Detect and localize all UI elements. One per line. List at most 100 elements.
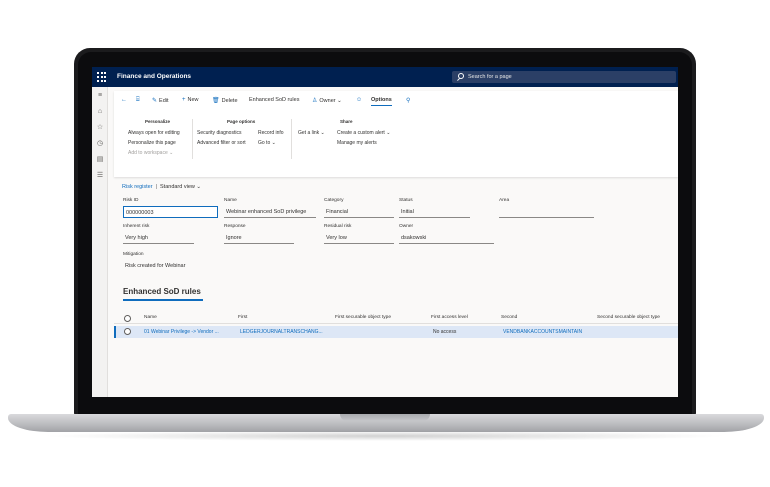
modules-icon[interactable]: ☰ — [96, 172, 104, 180]
create-alert-label: Create a custom alert — [337, 130, 385, 136]
pencil-icon: ✎ — [152, 98, 158, 104]
breadcrumb: Risk register | Standard view ⌄ — [122, 184, 201, 190]
response-field[interactable]: Ignore — [224, 232, 294, 244]
search-box[interactable]: Search for a page — [452, 71, 676, 83]
new-button[interactable]: + New — [182, 97, 199, 103]
record-info[interactable]: Record info — [258, 130, 284, 136]
col-name[interactable]: Name — [144, 315, 157, 320]
table-row[interactable]: 01 Webinar Privilege -> Vendor ... LEDGE… — [114, 326, 678, 338]
edit-button[interactable]: ✎ Edit — [152, 97, 169, 104]
area-label: Area — [499, 198, 510, 203]
area-field[interactable] — [499, 206, 594, 218]
back-arrow-icon: ← — [121, 97, 127, 103]
select-all-radio[interactable] — [124, 315, 131, 322]
group-title-personalize: Personalize — [145, 119, 171, 124]
delete-button[interactable]: 🗑 Delete — [212, 97, 238, 104]
advanced-filter-or-sort[interactable]: Advanced filter or sort — [197, 140, 246, 146]
filter-button[interactable]: ⌸ — [136, 97, 142, 104]
search-action-button[interactable]: ⚲ — [406, 97, 412, 104]
home-icon[interactable]: ⌂ — [96, 108, 104, 116]
security-diagnostics[interactable]: Security diagnostics — [197, 130, 241, 136]
breadcrumb-risk-register[interactable]: Risk register — [122, 184, 153, 190]
category-label: Category — [324, 198, 344, 203]
workspaces-icon[interactable]: ▤ — [96, 156, 104, 164]
risk-id-label: Risk ID — [123, 198, 139, 203]
cell-first[interactable]: LEDGERJOURNALTRANSCHANG... — [240, 329, 323, 335]
top-bar: Finance and Operations Search for a page — [92, 67, 678, 87]
response-label: Response — [224, 224, 246, 229]
app-title: Finance and Operations — [117, 73, 192, 80]
search-placeholder: Search for a page — [468, 73, 512, 80]
residual-risk-field[interactable]: Very low — [324, 232, 394, 244]
filter-icon: ⌸ — [136, 97, 140, 103]
app-screen: Finance and Operations Search for a page… — [92, 67, 678, 397]
status-field[interactable]: Initial — [399, 206, 470, 218]
col-first-type[interactable]: First securable object type — [335, 315, 391, 320]
group-title-page-options: Page options — [227, 119, 256, 124]
status-label: Status — [399, 198, 413, 203]
trash-icon: 🗑 — [212, 98, 220, 104]
magnifier-icon: ⚲ — [406, 98, 411, 104]
add-to-workspace[interactable]: Add to workspace ⌄ — [128, 150, 173, 156]
app-launcher-icon[interactable] — [97, 72, 107, 82]
section-title: Enhanced SoD rules — [123, 287, 201, 296]
add-to-workspace-label: Add to workspace — [128, 150, 168, 156]
name-field[interactable]: Webinar enhanced SoD privilege — [224, 206, 316, 218]
cell-name[interactable]: 01 Webinar Privilege -> Vendor ... — [144, 329, 219, 335]
ribbon-divider — [291, 119, 292, 159]
risk-id-field[interactable]: 000000003 — [123, 206, 218, 218]
go-to[interactable]: Go to ⌄ — [258, 140, 276, 146]
plus-icon: + — [182, 97, 186, 103]
breadcrumb-separator: | — [155, 184, 157, 190]
category-field[interactable]: Financial — [324, 206, 394, 218]
cell-first-access: No access — [433, 329, 457, 335]
section-underline — [123, 299, 203, 301]
person-icon: ♙ — [312, 98, 318, 104]
mitigation-label: Mitigation — [123, 252, 144, 257]
view-label: Standard view — [160, 184, 195, 190]
group-title-share: Share — [340, 119, 353, 124]
col-second[interactable]: Second — [501, 315, 517, 320]
hamburger-icon[interactable]: ≡ — [96, 92, 104, 100]
cell-second[interactable]: VENDBANKACCOUNTSMAINTAIN — [503, 329, 582, 335]
new-label: New — [187, 97, 199, 103]
personalize-this-page[interactable]: Personalize this page — [128, 140, 176, 146]
view-selector[interactable]: Standard view ⌄ — [160, 184, 201, 190]
get-a-link-label: Get a link — [298, 130, 320, 136]
inherent-risk-field[interactable]: Very high — [123, 232, 194, 244]
col-second-type[interactable]: Second securable object type — [597, 315, 660, 320]
col-first-access[interactable]: First access level — [431, 315, 468, 320]
inherent-risk-label: Inherent risk — [123, 224, 150, 229]
smiley-icon: ☺ — [356, 97, 363, 103]
personalize-button[interactable]: ☺ — [356, 97, 364, 103]
recent-icon[interactable]: ◷ — [96, 140, 104, 148]
get-a-link[interactable]: Get a link ⌄ — [298, 130, 325, 136]
residual-risk-label: Residual risk — [324, 224, 352, 229]
owner-button[interactable]: ♙ Owner ⌄ — [312, 97, 342, 104]
always-open-for-editing[interactable]: Always open for editing — [128, 130, 180, 136]
edit-label: Edit — [159, 98, 169, 104]
ribbon-divider — [192, 119, 193, 159]
left-navigation: ≡ ⌂ ☆ ◷ ▤ ☰ — [92, 87, 108, 397]
create-a-custom-alert[interactable]: Create a custom alert ⌄ — [337, 130, 390, 136]
name-label: Name — [224, 198, 237, 203]
owner-field[interactable]: dsakowski — [399, 232, 494, 244]
back-button[interactable]: ← — [121, 97, 129, 103]
chevron-down-icon: ⌄ — [337, 98, 342, 104]
row-select-radio[interactable] — [124, 328, 131, 335]
go-to-label: Go to — [258, 140, 271, 146]
grid-header: Name First First securable object type F… — [114, 313, 678, 324]
laptop-shadow — [40, 431, 730, 441]
owner-label: Owner — [399, 224, 414, 229]
owner-label: Owner — [319, 98, 336, 104]
mitigation-field[interactable]: Risk created for Webinar — [125, 263, 185, 269]
delete-label: Delete — [221, 98, 238, 104]
tab-options[interactable]: Options — [371, 97, 392, 106]
favorites-icon[interactable]: ☆ — [96, 124, 104, 132]
manage-my-alerts[interactable]: Manage my alerts — [337, 140, 377, 146]
action-pane: ← ⌸ ✎ Edit + New 🗑 Delete Enhanced SoD rule… — [114, 91, 678, 177]
enhanced-sod-rules-button[interactable]: Enhanced SoD rules — [249, 97, 299, 103]
col-first[interactable]: First — [238, 315, 247, 320]
search-icon — [458, 73, 464, 79]
laptop-notch — [340, 414, 430, 421]
